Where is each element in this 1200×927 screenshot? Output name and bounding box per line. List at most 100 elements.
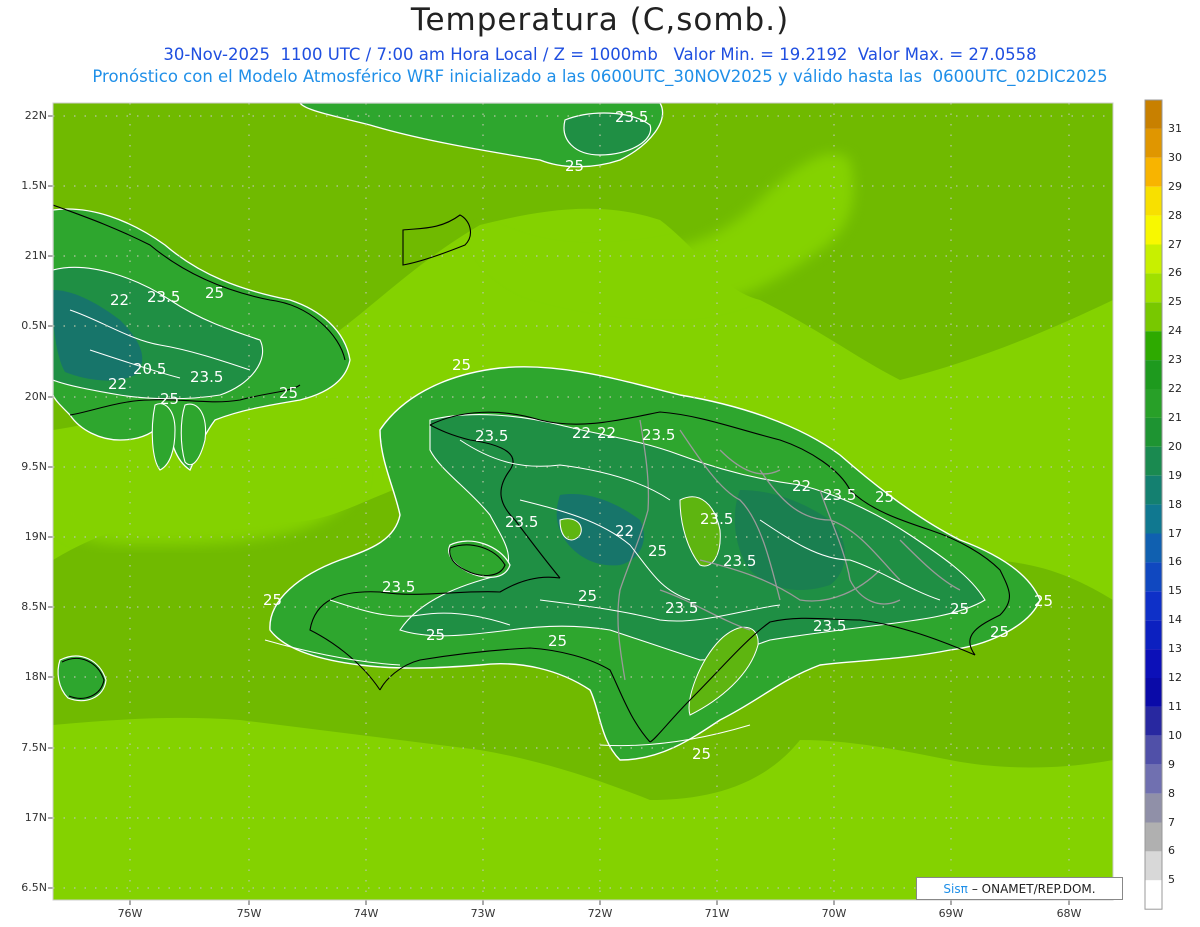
colorbar-swatch	[1145, 360, 1162, 389]
lat-label: 19N	[24, 530, 47, 543]
colorbar-swatch	[1145, 649, 1162, 678]
lat-label: 1.5N	[21, 179, 47, 192]
colorbar-swatch	[1145, 273, 1162, 303]
contour-label: 25	[648, 542, 667, 560]
colorbar-label: 19	[1168, 468, 1182, 482]
contour-label: 23.5	[813, 617, 846, 635]
contour-label: 25	[279, 384, 298, 402]
contour-label: 23.5	[505, 513, 538, 531]
lon-label: 73W	[470, 907, 496, 920]
lon-label: 68W	[1056, 907, 1082, 920]
contour-label: 25	[426, 626, 445, 644]
colorbar-swatch	[1145, 417, 1162, 447]
colorbar-swatch	[1145, 244, 1162, 274]
colorbar-label: 21	[1168, 410, 1182, 424]
lat-label: 0.5N	[21, 319, 47, 332]
contour-label: 25	[160, 390, 179, 408]
contour-label: 25	[875, 488, 894, 506]
colorbar-label: 28	[1168, 208, 1182, 222]
colorbar-swatch	[1145, 389, 1162, 418]
colorbar-swatch	[1145, 764, 1162, 794]
lon-label: 75W	[236, 907, 262, 920]
lat-label: 18N	[24, 670, 47, 683]
contour-label: 23.5	[823, 486, 856, 504]
contour-label: 23.5	[642, 426, 675, 444]
lat-label: 8.5N	[21, 600, 47, 613]
colorbar-label: 18	[1168, 497, 1182, 511]
contour-label: 22	[110, 291, 129, 309]
colorbar-swatch	[1145, 475, 1162, 505]
lon-label: 74W	[353, 907, 379, 920]
contour-label: 20.5	[133, 360, 166, 378]
colorbar-label: 31	[1168, 121, 1182, 135]
colorbar-swatch	[1145, 880, 1162, 910]
contour-label: 23.5	[147, 288, 180, 306]
contour-label: 25	[950, 600, 969, 618]
lon-label: 71W	[704, 907, 730, 920]
lon-label: 70W	[821, 907, 847, 920]
colorbar-swatch	[1145, 678, 1162, 707]
colorbar-label: 6	[1168, 844, 1175, 858]
colorbar-swatch	[1145, 186, 1162, 216]
lon-label: 76W	[117, 907, 143, 920]
lon-label: 69W	[938, 907, 964, 920]
colorbar-label: 13	[1168, 642, 1182, 656]
sispi-logo: Sisπ	[943, 881, 968, 896]
contour-label: 25	[1034, 592, 1053, 610]
colorbar-swatch	[1145, 100, 1162, 129]
colorbar-swatch	[1145, 302, 1162, 332]
colorbar-swatch	[1145, 533, 1162, 563]
colorbar-swatch	[1145, 562, 1162, 592]
colorbar-swatch	[1145, 157, 1162, 187]
colorbar-label: 10	[1168, 728, 1182, 742]
colorbar-label: 11	[1168, 699, 1182, 713]
colorbar-label: 25	[1168, 295, 1182, 309]
lat-label: 21N	[24, 249, 47, 262]
colorbar-swatch	[1145, 446, 1162, 476]
colorbar-label: 24	[1168, 324, 1182, 338]
contour-label: 25	[452, 356, 471, 374]
colorbar	[1144, 99, 1163, 910]
contour-label: 25	[565, 157, 584, 175]
temperature-map: 23.5 25 22 23.5 25 20.5 23.5 22 25 25 25 23.5 22 22 23…	[48, 99, 1163, 910]
lat-label: 20N	[24, 390, 47, 403]
colorbar-swatch	[1145, 822, 1162, 852]
colorbar-swatch	[1145, 504, 1162, 534]
lat-label: 9.5N	[21, 460, 47, 473]
colorbar-swatch	[1145, 793, 1162, 823]
contour-label: 23.5	[475, 427, 508, 445]
lon-label: 72W	[587, 907, 613, 920]
colorbar-swatch	[1145, 591, 1162, 621]
contour-label: 23.5	[190, 368, 223, 386]
colorbar-label: 5	[1168, 873, 1175, 887]
contour-label: 22	[597, 424, 616, 442]
colorbar-label: 17	[1168, 526, 1182, 540]
contour-label: 22	[108, 375, 127, 393]
contour-label: 25	[578, 587, 597, 605]
colorbar-label: 29	[1168, 179, 1182, 193]
contour-label: 25	[990, 623, 1009, 641]
lat-label: 7.5N	[21, 741, 47, 754]
colorbar-label: 27	[1168, 237, 1182, 251]
colorbar-swatch	[1145, 215, 1162, 245]
colorbar-swatch	[1145, 331, 1162, 361]
colorbar-swatch	[1145, 706, 1162, 736]
colorbar-label: 20	[1168, 439, 1182, 453]
colorbar-label: 8	[1168, 786, 1175, 800]
contour-label: 22	[615, 522, 634, 540]
colorbar-swatch	[1145, 620, 1162, 650]
colorbar-label: 22	[1168, 382, 1182, 395]
colorbar-swatch	[1145, 851, 1162, 881]
colorbar-swatch	[1145, 735, 1162, 765]
contour-label: 23.5	[723, 552, 756, 570]
colorbar-swatch	[1145, 128, 1162, 158]
contour-label: 23.5	[615, 108, 648, 126]
colorbar-label: 15	[1168, 584, 1182, 598]
contour-label: 25	[548, 632, 567, 650]
colorbar-label: 9	[1168, 757, 1175, 771]
contour-label: 25	[692, 745, 711, 763]
contour-label: 22	[572, 424, 591, 442]
colorbar-label: 14	[1168, 613, 1182, 627]
credit-text: – ONAMET/REP.DOM.	[971, 881, 1096, 896]
colorbar-label: 12	[1168, 671, 1182, 684]
